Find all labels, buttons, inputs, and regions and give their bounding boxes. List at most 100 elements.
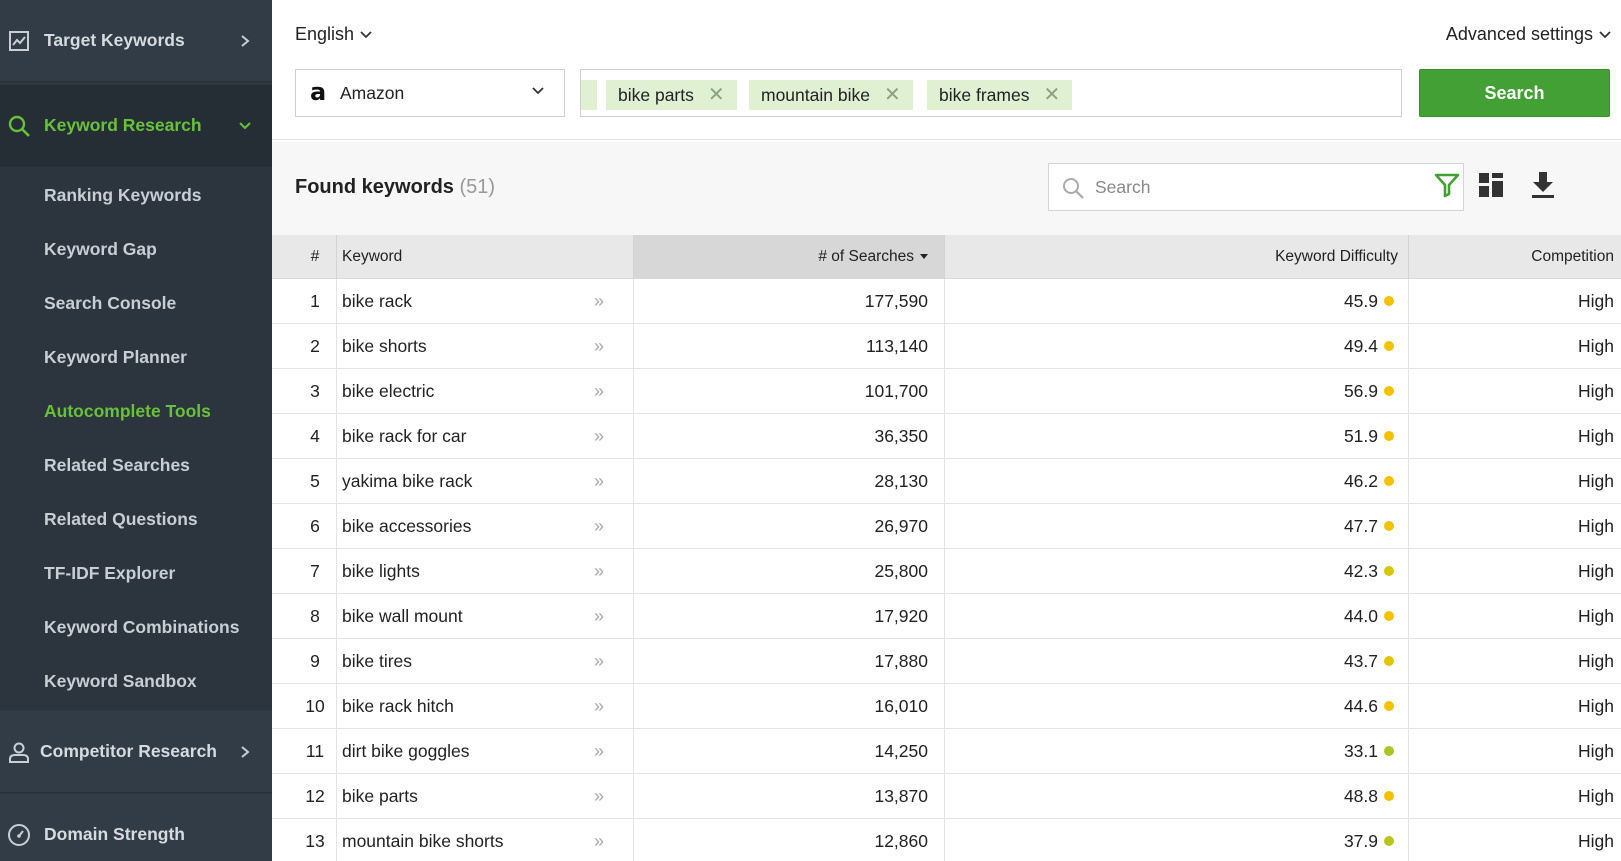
column-divider: [336, 369, 337, 413]
expand-keyword-icon[interactable]: »: [594, 684, 618, 728]
column-divider: [336, 774, 337, 818]
row-difficulty: 45.9: [945, 279, 1408, 323]
table-row[interactable]: 10 bike rack hitch » 16,010 44.6 High: [272, 684, 1621, 729]
language-dropdown[interactable]: English: [295, 24, 372, 45]
table-row[interactable]: 7 bike lights » 25,800 42.3 High: [272, 549, 1621, 594]
row-keyword[interactable]: bike wall mount: [342, 594, 572, 638]
expand-keyword-icon[interactable]: »: [594, 504, 618, 548]
sidebar-item-keyword-gap[interactable]: Keyword Gap: [0, 222, 272, 276]
filter-icon[interactable]: [1433, 171, 1461, 199]
column-divider: [1408, 414, 1409, 458]
table-row[interactable]: 13 mountain bike shorts » 12,860 37.9 Hi…: [272, 819, 1621, 861]
remove-tag-icon[interactable]: ✕: [1043, 85, 1060, 105]
table-row[interactable]: 1 bike rack » 177,590 45.9 High: [272, 279, 1621, 324]
difficulty-value: 51.9: [1343, 425, 1378, 446]
column-searches[interactable]: # of Searches: [634, 235, 944, 279]
row-keyword[interactable]: bike lights: [342, 549, 572, 593]
row-number: 2: [310, 335, 320, 356]
row-keyword[interactable]: bike rack for car: [342, 414, 572, 458]
table-row[interactable]: 11 dirt bike goggles » 14,250 33.1 High: [272, 729, 1621, 774]
table-row[interactable]: 9 bike tires » 17,880 43.7 High: [272, 639, 1621, 684]
sidebar-item-label: Related Searches: [44, 454, 190, 475]
remove-tag-icon[interactable]: ✕: [884, 85, 901, 105]
table-row[interactable]: 8 bike wall mount » 17,920 44.0 High: [272, 594, 1621, 639]
sidebar-item-search-console[interactable]: Search Console: [0, 276, 272, 330]
search-button[interactable]: Search: [1419, 69, 1610, 117]
row-keyword[interactable]: dirt bike goggles: [342, 729, 572, 773]
expand-keyword-icon[interactable]: »: [594, 729, 618, 773]
sidebar-section-domain-strength[interactable]: Domain Strength: [0, 794, 272, 861]
expand-keyword-icon[interactable]: »: [594, 459, 618, 503]
row-keyword[interactable]: bike shorts: [342, 324, 572, 368]
download-icon[interactable]: [1529, 171, 1557, 199]
row-keyword[interactable]: bike tires: [342, 639, 572, 683]
difficulty-value: 49.4: [1343, 335, 1378, 356]
sidebar-item-keyword-combinations[interactable]: Keyword Combinations: [0, 600, 272, 654]
sidebar-section-label: Domain Strength: [44, 824, 185, 844]
sidebar-section-competitor-research[interactable]: Competitor Research: [0, 711, 272, 793]
column-difficulty[interactable]: Keyword Difficulty: [945, 235, 1408, 279]
column-number[interactable]: #: [272, 235, 334, 279]
row-keyword[interactable]: bike rack: [342, 279, 572, 323]
column-divider: [1408, 549, 1409, 593]
column-keyword[interactable]: Keyword: [342, 235, 612, 279]
table-row[interactable]: 6 bike accessories » 26,970 47.7 High: [272, 504, 1621, 549]
sidebar-item-keyword-sandbox[interactable]: Keyword Sandbox: [0, 654, 272, 708]
sidebar-section-target-keywords[interactable]: Target Keywords: [0, 0, 272, 82]
expand-keyword-icon[interactable]: »: [594, 414, 618, 458]
row-keyword[interactable]: mountain bike shorts: [342, 819, 572, 861]
row-keyword[interactable]: bike electric: [342, 369, 572, 413]
sidebar-section-keyword-research[interactable]: Keyword Research: [0, 85, 272, 167]
sidebar-item-label: Keyword Gap: [44, 238, 157, 259]
sidebar-item-tf-idf-explorer[interactable]: TF-IDF Explorer: [0, 546, 272, 600]
expand-keyword-icon[interactable]: »: [594, 594, 618, 638]
column-divider: [336, 684, 337, 728]
sidebar-item-ranking-keywords[interactable]: Ranking Keywords: [0, 168, 272, 222]
table-row[interactable]: 3 bike electric » 101,700 56.9 High: [272, 369, 1621, 414]
keyword-tags-input[interactable]: bike parts ✕ mountain bike ✕ bike frames…: [580, 69, 1402, 117]
difficulty-value: 43.7: [1343, 650, 1378, 671]
table-row[interactable]: 5 yakima bike rack » 28,130 46.2 High: [272, 459, 1621, 504]
app-window: Target Keywords Keyword Research Ranking…: [0, 0, 1621, 861]
difficulty-dot-icon: [1384, 791, 1394, 801]
table-row[interactable]: 2 bike shorts » 113,140 49.4 High: [272, 324, 1621, 369]
row-keyword[interactable]: bike accessories: [342, 504, 572, 548]
column-divider: [1408, 324, 1409, 368]
row-difficulty: 47.7: [945, 504, 1408, 548]
difficulty-dot-icon: [1384, 656, 1394, 666]
difficulty-value: 56.9: [1343, 380, 1378, 401]
table-row[interactable]: 12 bike parts » 13,870 48.8 High: [272, 774, 1621, 819]
expand-keyword-icon[interactable]: »: [594, 369, 618, 413]
expand-keyword-icon[interactable]: »: [594, 324, 618, 368]
column-divider: [633, 279, 634, 323]
column-divider: [944, 594, 945, 638]
row-competition: High: [1578, 560, 1614, 581]
column-divider: [944, 459, 945, 503]
results-title-label: Found keywords: [295, 176, 454, 198]
sidebar-item-keyword-planner[interactable]: Keyword Planner: [0, 330, 272, 384]
columns-grid-icon[interactable]: [1477, 171, 1505, 199]
remove-tag-icon[interactable]: ✕: [708, 85, 725, 105]
column-competition[interactable]: Competition: [1409, 235, 1614, 279]
filter-search-box[interactable]: [1048, 163, 1464, 211]
row-searches: 25,800: [874, 560, 928, 581]
row-keyword[interactable]: yakima bike rack: [342, 459, 572, 503]
row-keyword[interactable]: bike parts: [342, 774, 572, 818]
column-searches-label: # of Searches: [818, 248, 914, 265]
expand-keyword-icon[interactable]: »: [594, 279, 618, 323]
expand-keyword-icon[interactable]: »: [594, 774, 618, 818]
sidebar-item-related-searches[interactable]: Related Searches: [0, 438, 272, 492]
column-divider: [336, 594, 337, 638]
search-engine-select[interactable]: a Amazon: [295, 69, 565, 117]
expand-keyword-icon[interactable]: »: [594, 819, 618, 861]
expand-keyword-icon[interactable]: »: [594, 639, 618, 683]
sidebar-item-related-questions[interactable]: Related Questions: [0, 492, 272, 546]
chevron-down-icon: [1599, 30, 1611, 38]
row-keyword[interactable]: bike rack hitch: [342, 684, 572, 728]
expand-keyword-icon[interactable]: »: [594, 549, 618, 593]
filter-search-input[interactable]: [1095, 174, 1445, 200]
sidebar-item-autocomplete-tools[interactable]: Autocomplete Tools: [0, 384, 272, 438]
advanced-settings-dropdown[interactable]: Advanced settings: [1446, 24, 1611, 45]
row-competition: High: [1578, 380, 1614, 401]
table-row[interactable]: 4 bike rack for car » 36,350 51.9 High: [272, 414, 1621, 459]
